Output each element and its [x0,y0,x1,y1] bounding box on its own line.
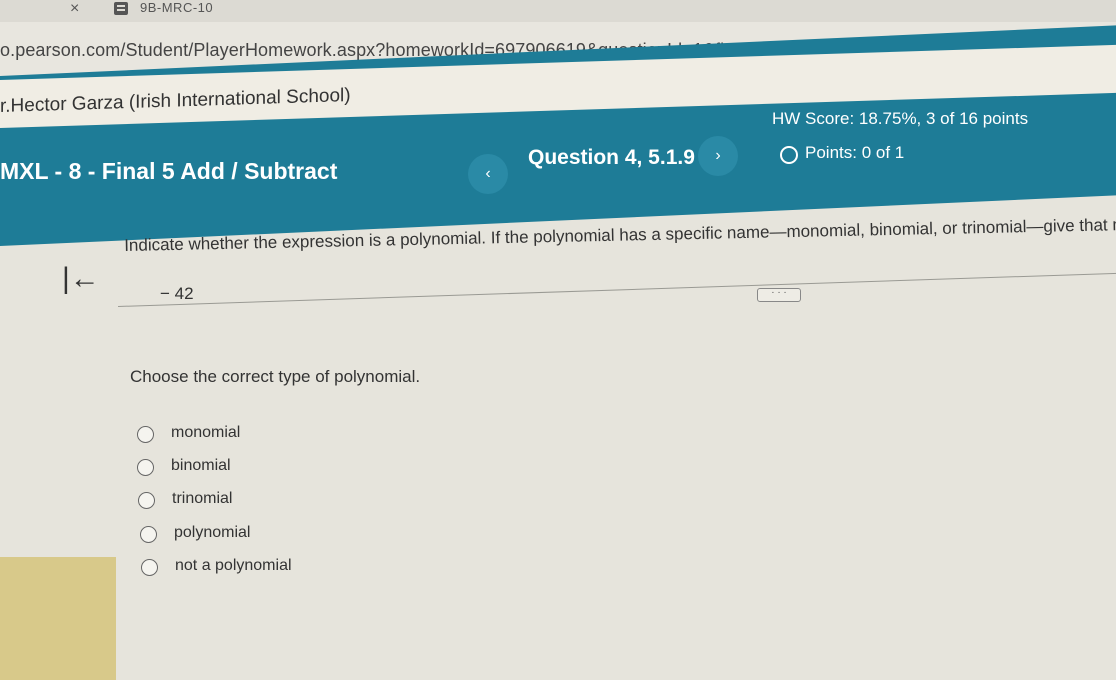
radio-button[interactable] [137,426,154,443]
question-prompt: Indicate whether the expression is a pol… [124,214,1116,255]
option-label: polynomial [174,524,251,541]
points-text: Points: 0 of 1 [805,143,905,162]
more-button[interactable]: · · · [757,288,801,302]
radio-button[interactable] [141,559,158,576]
chevron-right-icon: › [715,147,721,164]
expression: − 42 [160,284,194,303]
option-label: monomial [171,424,241,441]
question-content: |← Indicate whether the expression is a … [0,0,1116,680]
chevron-left-icon: ‹ [485,165,491,182]
previous-question-button[interactable]: ‹ [468,154,508,194]
option-label: not a polynomial [175,557,292,574]
option-label: trinomial [172,490,233,507]
points-circle-icon [780,146,798,164]
back-arrow-icon[interactable]: |← [62,262,100,296]
hw-score: HW Score: 18.75%, 3 of 16 points [772,109,1029,128]
assignment-title: MXL - 8 - Final 5 Add / Subtract [0,158,338,184]
question-label: Question 4, 5.1.9 [528,146,695,169]
divider [118,272,1116,307]
instruction-text: Choose the correct type of polynomial. [130,367,421,386]
radio-button[interactable] [138,492,155,509]
next-question-button[interactable]: › [698,136,738,176]
sticky-note [0,557,116,680]
radio-button[interactable] [137,459,154,476]
option-label: binomial [171,457,231,474]
radio-button[interactable] [140,526,157,543]
